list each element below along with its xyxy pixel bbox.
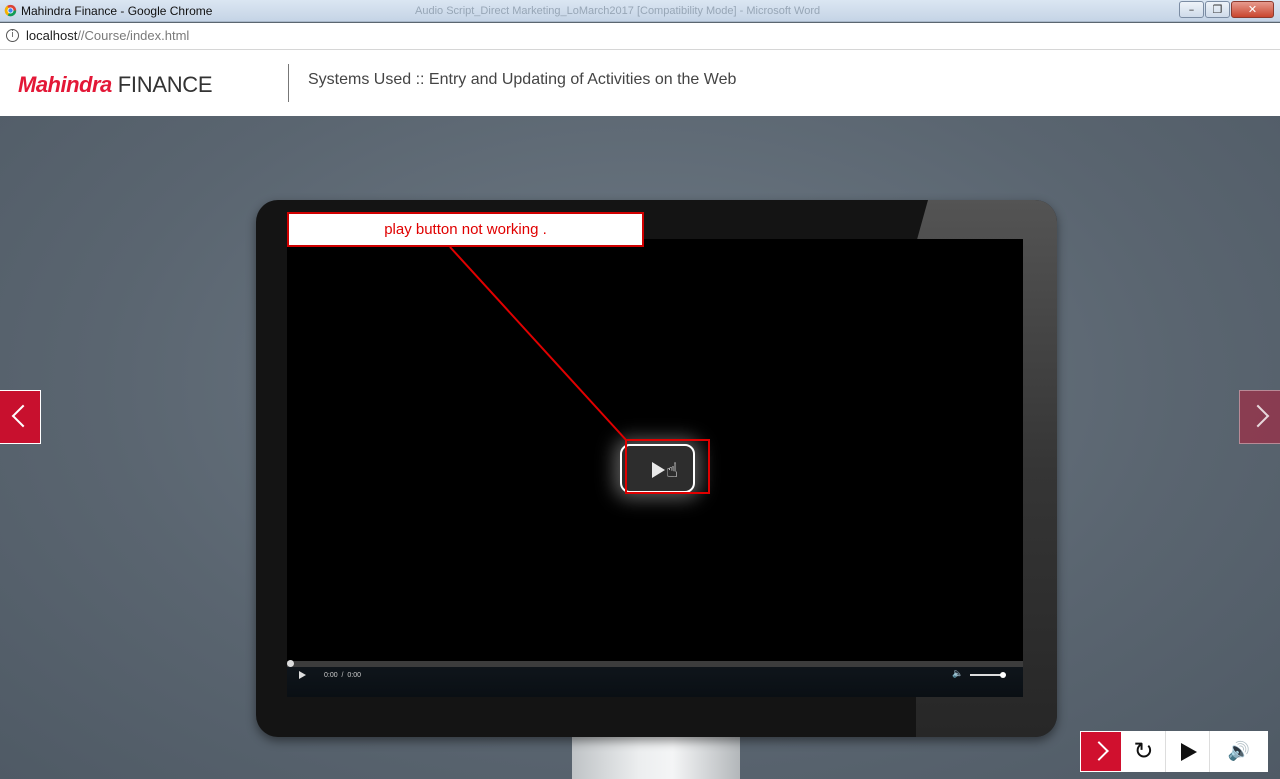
window-title: Mahindra Finance - Google Chrome: [21, 4, 213, 18]
progress-knob[interactable]: [287, 660, 294, 667]
minimize-icon: –: [1188, 3, 1195, 16]
play-icon: [1181, 743, 1197, 761]
volume-slider[interactable]: [970, 674, 1001, 676]
replay-button[interactable]: ↻: [1122, 731, 1166, 772]
info-icon[interactable]: i: [6, 29, 19, 42]
course-title: Systems Used :: Entry and Updating of Ac…: [308, 71, 737, 88]
address-bar[interactable]: i localhost//Course/index.html: [0, 23, 1280, 50]
url-text[interactable]: localhost//Course/index.html: [26, 28, 189, 43]
time-separator: /: [341, 672, 344, 679]
video-controls: 0:00 / 0:00 🔈: [287, 667, 1023, 697]
next-page-button[interactable]: [1239, 390, 1280, 444]
close-window-button[interactable]: ✕: [1231, 1, 1274, 18]
time-current: 0:00: [324, 672, 338, 679]
url-path: //Course/index.html: [77, 28, 190, 43]
play-button[interactable]: [1166, 731, 1210, 772]
monitor-stand: [572, 736, 740, 779]
mahindra-finance-logo: Mahindra FINANCE: [18, 72, 213, 97]
video-time: 0:00 / 0:00: [324, 672, 361, 679]
chevron-right-icon: [1246, 404, 1270, 428]
logo-brand: Mahindra: [18, 72, 112, 97]
logo-sub: FINANCE: [117, 72, 213, 97]
chrome-logo-icon: [4, 4, 17, 17]
course-toolbar: ↻ 🔊: [1080, 731, 1280, 772]
url-host: localhost: [26, 28, 78, 43]
header-divider: [288, 64, 289, 102]
annotation-callout: play button not working .: [287, 212, 644, 247]
background-window-title: Audio Script_Direct Marketing_LoMarch201…: [415, 5, 821, 17]
annotation-highlight-box: [625, 439, 710, 494]
browser-title-bar: Mahindra Finance - Google Chrome Audio S…: [0, 0, 1280, 22]
audio-button[interactable]: 🔊: [1210, 731, 1268, 772]
window-controls: – ❐ ✕: [1178, 1, 1274, 18]
volume-icon[interactable]: 🔈: [952, 669, 963, 679]
chevron-left-icon: [11, 404, 35, 428]
replay-icon: ↻: [1133, 737, 1154, 765]
speaker-icon: 🔊: [1227, 741, 1251, 762]
previous-page-button[interactable]: [0, 390, 41, 444]
chevron-right-icon: [1089, 741, 1109, 761]
time-total: 0:00: [347, 672, 361, 679]
minimize-button[interactable]: –: [1179, 1, 1204, 18]
video-play-icon[interactable]: [299, 671, 306, 679]
maximize-button[interactable]: ❐: [1205, 1, 1230, 18]
annotation-text: play button not working .: [384, 221, 547, 238]
volume-knob[interactable]: [1000, 672, 1006, 678]
close-icon: ✕: [1247, 3, 1258, 16]
next-button[interactable]: [1080, 731, 1122, 772]
maximize-icon: ❐: [1212, 3, 1223, 16]
